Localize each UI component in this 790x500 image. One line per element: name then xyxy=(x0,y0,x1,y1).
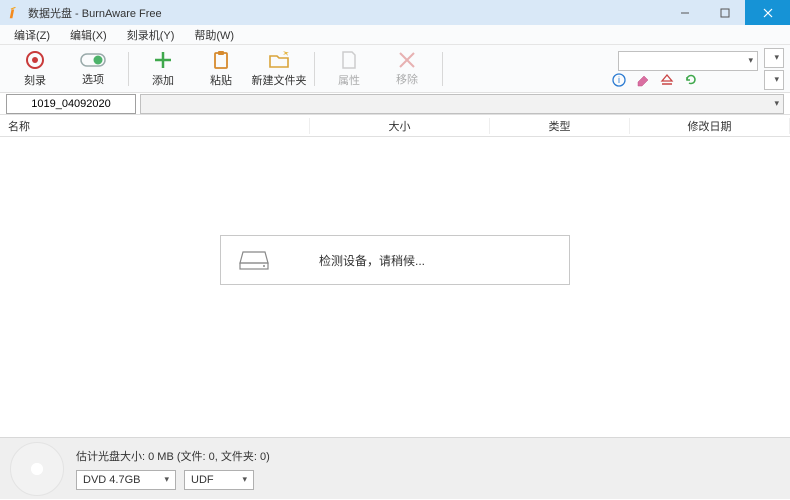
filesystem-combo[interactable]: UDF ▾ xyxy=(184,470,254,490)
detect-message: 检测设备，请稍候... xyxy=(319,252,425,269)
title-bar: 数据光盘 - BurnAware Free xyxy=(0,0,790,25)
properties-label: 属性 xyxy=(338,72,360,88)
estimate-label: 估计光盘大小: 0 MB (文件: 0, 文件夹: 0) xyxy=(76,448,270,464)
status-bar: 估计光盘大小: 0 MB (文件: 0, 文件夹: 0) DVD 4.7GB▾ … xyxy=(0,437,790,499)
new-folder-label: 新建文件夹 xyxy=(252,72,307,88)
column-type[interactable]: 类型 xyxy=(490,118,630,134)
options-button[interactable]: 选项 xyxy=(64,46,122,92)
chevron-down-icon: ▾ xyxy=(774,98,779,109)
burn-label: 刻录 xyxy=(24,72,46,88)
remove-button: 移除 xyxy=(378,46,436,92)
media-type-value: DVD 4.7GB xyxy=(83,474,140,486)
path-combo[interactable]: ▾ xyxy=(140,94,784,114)
options-label: 选项 xyxy=(82,71,104,87)
disc-name-field[interactable]: 1019_04092020 xyxy=(6,94,136,114)
column-modified[interactable]: 修改日期 xyxy=(630,118,790,134)
disc-graphic xyxy=(10,442,64,496)
maximize-button[interactable] xyxy=(705,0,745,25)
aux-combo[interactable]: ▾ xyxy=(764,70,784,90)
toolbar-right: ▾ i xyxy=(612,51,758,87)
chevron-down-icon: ▾ xyxy=(164,474,169,485)
toolbar-separator xyxy=(128,52,129,86)
remove-label: 移除 xyxy=(396,71,418,87)
speed-combo[interactable]: ▾ xyxy=(764,48,784,68)
path-row: 1019_04092020 ▾ xyxy=(0,93,790,115)
column-name[interactable]: 名称 xyxy=(0,118,310,134)
toolbar-icon-row: i xyxy=(612,73,758,87)
file-list-area: 检测设备，请稍候... xyxy=(0,137,790,437)
eject-icon[interactable] xyxy=(660,73,674,87)
record-icon xyxy=(25,50,45,70)
erase-icon[interactable] xyxy=(636,73,650,87)
new-folder-button[interactable]: 新建文件夹 xyxy=(250,46,308,92)
chevron-down-icon: ▾ xyxy=(774,52,779,63)
app-icon xyxy=(8,6,22,20)
menu-bar: 编译(Z) 编辑(X) 刻录机(Y) 帮助(W) xyxy=(0,25,790,45)
device-combo[interactable]: ▾ xyxy=(618,51,758,71)
toolbar-separator xyxy=(314,52,315,86)
close-button[interactable] xyxy=(745,0,790,25)
toolbar-separator xyxy=(442,52,443,86)
disc-name-value: 1019_04092020 xyxy=(31,98,111,110)
window-title: 数据光盘 - BurnAware Free xyxy=(28,5,162,21)
chevron-down-icon: ▾ xyxy=(774,74,779,85)
chevron-down-icon: ▾ xyxy=(242,474,247,485)
window-controls xyxy=(665,0,790,25)
drive-icon xyxy=(239,248,269,272)
chevron-down-icon: ▾ xyxy=(748,55,753,66)
add-label: 添加 xyxy=(152,72,174,88)
media-type-combo[interactable]: DVD 4.7GB ▾ xyxy=(76,470,176,490)
clipboard-icon xyxy=(211,50,231,70)
new-folder-icon xyxy=(268,50,290,70)
menu-edit[interactable]: 编辑(X) xyxy=(60,27,117,43)
minimize-button[interactable] xyxy=(665,0,705,25)
paste-label: 粘贴 xyxy=(210,72,232,88)
menu-recorder[interactable]: 刻录机(Y) xyxy=(117,27,185,43)
delete-icon xyxy=(398,51,416,69)
info-icon[interactable]: i xyxy=(612,73,626,87)
svg-text:i: i xyxy=(618,75,620,85)
toggle-icon xyxy=(80,51,106,69)
refresh-icon[interactable] xyxy=(684,73,698,87)
properties-button: 属性 xyxy=(320,46,378,92)
toolbar: 刻录 选项 添加 粘贴 新建文件夹 属性 移除 ▾ i ▾ ▾ xyxy=(0,45,790,93)
plus-icon xyxy=(153,50,173,70)
properties-icon xyxy=(340,50,358,70)
add-button[interactable]: 添加 xyxy=(134,46,192,92)
column-size[interactable]: 大小 xyxy=(310,118,490,134)
menu-translate[interactable]: 编译(Z) xyxy=(4,27,60,43)
burn-button[interactable]: 刻录 xyxy=(6,46,64,92)
list-header: 名称 大小 类型 修改日期 xyxy=(0,115,790,137)
menu-help[interactable]: 帮助(W) xyxy=(184,27,244,43)
detect-dialog: 检测设备，请稍候... xyxy=(220,235,570,285)
filesystem-value: UDF xyxy=(191,474,214,486)
paste-button[interactable]: 粘贴 xyxy=(192,46,250,92)
